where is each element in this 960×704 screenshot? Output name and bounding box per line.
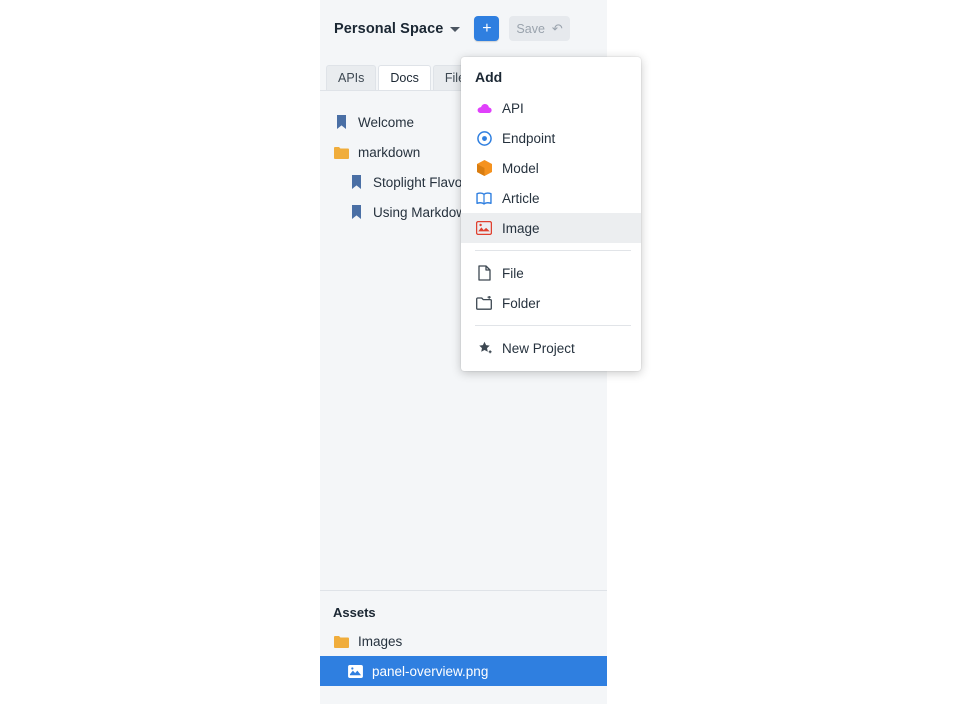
folder-icon xyxy=(475,296,493,310)
model-cube-icon xyxy=(475,160,493,176)
asset-item-panel-overview[interactable]: panel-overview.png xyxy=(320,656,607,686)
menu-separator-2 xyxy=(475,325,631,326)
folder-icon xyxy=(333,635,350,648)
menu-item-label: Folder xyxy=(502,295,541,311)
menu-item-article[interactable]: Article xyxy=(461,183,641,213)
save-button[interactable]: Save ↶ xyxy=(509,16,570,41)
undo-icon[interactable]: ↶ xyxy=(552,21,563,37)
tab-apis[interactable]: APIs xyxy=(326,65,377,91)
asset-item-label: panel-overview.png xyxy=(372,663,489,679)
tree-item-label: Using Markdown xyxy=(373,204,474,220)
menu-item-image[interactable]: Image xyxy=(461,213,641,243)
menu-item-label: New Project xyxy=(502,340,575,356)
menu-item-label: Endpoint xyxy=(502,130,556,146)
bookmark-icon xyxy=(333,114,350,130)
bookmark-icon xyxy=(348,204,365,220)
page-background-right xyxy=(607,0,960,704)
menu-item-label: API xyxy=(502,100,524,116)
menu-item-model[interactable]: Model xyxy=(461,153,641,183)
endpoint-target-icon xyxy=(475,130,493,146)
tree-item-label: Welcome xyxy=(358,114,415,130)
menu-item-endpoint[interactable]: Endpoint xyxy=(461,123,641,153)
article-book-icon xyxy=(475,191,493,205)
image-icon xyxy=(347,664,364,678)
chevron-down-icon[interactable] xyxy=(450,27,461,32)
new-project-icon xyxy=(475,341,493,356)
asset-item-images[interactable]: Images xyxy=(320,626,607,656)
menu-item-api[interactable]: API xyxy=(461,93,641,123)
panel-header: Personal Space + Save ↶ xyxy=(320,0,607,57)
add-menu: Add API Endpoint Model Article Image Fil… xyxy=(461,57,641,371)
space-name: Personal Space xyxy=(334,20,444,37)
plus-icon: + xyxy=(482,19,492,37)
tab-docs[interactable]: Docs xyxy=(378,65,431,91)
app-root: Personal Space + Save ↶ APIs Docs Files … xyxy=(0,0,960,704)
menu-item-label: Model xyxy=(502,160,539,176)
menu-item-label: File xyxy=(502,265,524,281)
add-button[interactable]: + xyxy=(474,16,500,41)
menu-item-label: Image xyxy=(502,220,540,236)
menu-item-new-project[interactable]: New Project xyxy=(461,333,641,363)
bookmark-icon xyxy=(348,174,365,190)
file-icon xyxy=(475,265,493,281)
assets-title: Assets xyxy=(333,605,376,620)
menu-item-file[interactable]: File xyxy=(461,258,641,288)
asset-item-label: Images xyxy=(358,633,403,649)
menu-item-folder[interactable]: Folder xyxy=(461,288,641,318)
assets-section: Assets Images panel-overview.png xyxy=(320,590,607,704)
menu-item-label: Article xyxy=(502,190,540,206)
menu-separator-1 xyxy=(475,250,631,251)
api-cloud-icon xyxy=(475,102,493,114)
save-label: Save xyxy=(516,21,545,36)
image-icon xyxy=(475,221,493,235)
folder-icon xyxy=(333,146,350,159)
add-menu-title: Add xyxy=(475,69,503,85)
tree-item-label: markdown xyxy=(358,144,421,160)
page-background-left xyxy=(0,0,320,704)
